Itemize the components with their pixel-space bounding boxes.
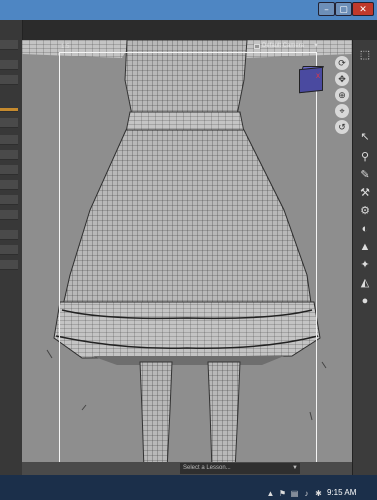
panel-accent-marker	[0, 108, 18, 112]
camera-selector[interactable]: Default Camera	[262, 43, 304, 49]
panel-tab[interactable]	[0, 180, 18, 190]
orbit-icon[interactable]: ⟳	[335, 56, 349, 70]
pan-icon[interactable]: ✥	[335, 72, 349, 86]
panel-tab[interactable]	[0, 75, 18, 85]
lesson-selector[interactable]: Select a Lesson...	[180, 463, 300, 474]
tray-network-icon[interactable]: ▤	[290, 490, 299, 498]
reset-view-icon[interactable]: ↺	[335, 120, 349, 134]
panel-tab[interactable]	[0, 210, 18, 220]
left-tool-panel	[0, 20, 23, 475]
tray-flag-icon[interactable]: ⚑	[278, 490, 287, 498]
sphere-icon[interactable]: ●	[358, 294, 372, 308]
chevron-down-icon[interactable]: ▼	[313, 43, 319, 49]
tray-arrow-icon[interactable]: ▲	[266, 490, 275, 498]
panel-tab[interactable]	[0, 150, 18, 160]
joint-icon[interactable]: ⚲	[358, 150, 372, 164]
morph-icon[interactable]: ◭	[358, 276, 372, 290]
maximize-button[interactable]: ▢	[335, 2, 352, 16]
scale-icon[interactable]: ⚙	[358, 204, 372, 218]
aspect-label: 1:5	[61, 44, 70, 50]
chevron-down-icon[interactable]: ▼	[292, 463, 298, 474]
clock[interactable]: 9:15 AM	[327, 488, 356, 497]
zoom-icon[interactable]: ⊕	[335, 88, 349, 102]
frame-icon[interactable]: ⌖	[335, 104, 349, 118]
view-cube-axis-label: X	[316, 74, 321, 80]
surface-icon[interactable]: ▲	[358, 240, 372, 254]
brush-icon[interactable]: ✎	[358, 168, 372, 182]
tray-volume-icon[interactable]: ♪	[302, 490, 311, 498]
panel-tab[interactable]	[0, 118, 18, 128]
close-button[interactable]: ✕	[352, 2, 374, 16]
camera-icon	[254, 44, 260, 49]
panel-tab[interactable]	[0, 60, 18, 70]
material-icon[interactable]: ◐	[358, 222, 372, 236]
render-frame-outline	[59, 52, 317, 468]
panel-tab[interactable]	[0, 230, 18, 240]
panel-tab[interactable]	[0, 165, 18, 175]
pointer-icon[interactable]: ⬚	[358, 48, 372, 62]
panel-tab[interactable]	[0, 260, 18, 270]
panel-tab[interactable]	[0, 40, 18, 50]
panel-tab[interactable]	[0, 245, 18, 255]
region-icon[interactable]: ⚒	[358, 186, 372, 200]
minimize-button[interactable]: –	[318, 2, 335, 16]
panel-tab[interactable]	[0, 135, 18, 145]
move-icon[interactable]: ↖	[358, 130, 372, 144]
view-cube[interactable]	[299, 66, 323, 94]
panel-tab[interactable]	[0, 195, 18, 205]
light-icon[interactable]: ✦	[358, 258, 372, 272]
tray-app-icon[interactable]: ✱	[314, 490, 323, 498]
